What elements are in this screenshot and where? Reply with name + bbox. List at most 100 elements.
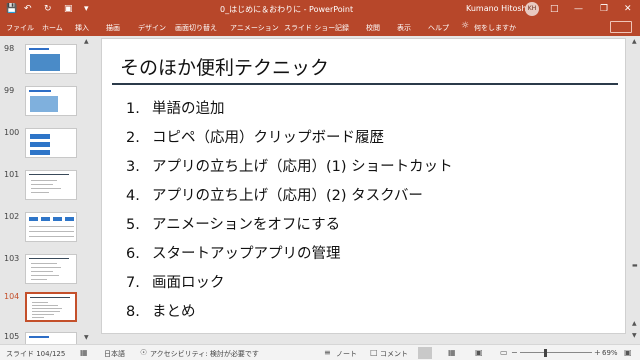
accessibility-icon[interactable]: ☉ xyxy=(140,348,147,357)
agenda-item[interactable]: 6. スタートアップアプリの管理 xyxy=(126,242,341,263)
tab-view[interactable]: 表示 xyxy=(397,23,411,33)
next-slide-icon[interactable]: ▼ xyxy=(632,332,637,339)
undo-icon[interactable]: ↶ xyxy=(24,3,32,15)
tab-transitions[interactable]: 画面切り替え xyxy=(175,23,217,33)
thumbnail-number: 98 xyxy=(4,44,15,53)
thumbnail-number: 105 xyxy=(4,332,20,341)
thumbnail-line xyxy=(29,236,74,237)
notes-button[interactable]: ノート xyxy=(336,349,357,359)
fit-to-window-icon[interactable]: ▣ xyxy=(624,348,632,357)
slide-scrollbar[interactable]: ▲ ▬ ▲ ▼ xyxy=(630,36,640,344)
tab-insert[interactable]: 挿入 xyxy=(75,23,89,33)
tab-animations[interactable]: アニメーション xyxy=(230,23,279,33)
comments-button[interactable]: コメント xyxy=(380,349,408,359)
slide-sorter-icon[interactable]: ▦ xyxy=(448,348,456,357)
agenda-number: 8. xyxy=(126,304,140,320)
thumbnail-scrollbar[interactable]: ▲ ▼ xyxy=(84,38,90,342)
prev-slide-icon[interactable]: ▲ xyxy=(632,320,637,327)
slideshow-icon[interactable]: ▭ xyxy=(500,348,508,357)
document-title: 0_はじめに＆おわりに - PowerPoint xyxy=(220,5,354,14)
spellcheck-icon[interactable]: ▦ xyxy=(80,348,88,357)
scroll-up-icon[interactable]: ▲ xyxy=(84,38,89,45)
agenda-text: コピペ（応用）クリップボード履歴 xyxy=(152,130,384,146)
scroll-thumb[interactable]: ▬ xyxy=(632,262,638,269)
slide-thumbnail-102[interactable] xyxy=(25,212,77,242)
agenda-item[interactable]: 8. まとめ xyxy=(126,300,196,321)
slide-thumbnail-105[interactable] xyxy=(25,332,77,344)
redo-icon[interactable]: ↻ xyxy=(44,3,52,15)
thumbnail-block xyxy=(41,217,50,221)
save-icon[interactable]: 💾 xyxy=(6,3,17,15)
tab-help[interactable]: ヘルプ xyxy=(428,23,449,33)
agenda-number: 6. xyxy=(126,246,140,262)
agenda-text: 単語の追加 xyxy=(152,101,225,117)
minimize-icon[interactable]: — xyxy=(574,3,583,15)
slide-thumbnail-101[interactable] xyxy=(25,170,77,200)
zoom-in-icon[interactable]: + xyxy=(594,348,601,357)
agenda-item[interactable]: 7. 画面ロック xyxy=(126,271,225,292)
agenda-item[interactable]: 4. アプリの立ち上げ（応用）(2) タスクバー xyxy=(126,184,423,205)
thumbnail-number: 101 xyxy=(4,170,20,179)
thumbnail-line xyxy=(31,279,47,280)
comment-icon[interactable]: □ xyxy=(370,348,378,357)
status-bar: スライド 104/125 ▦ 日本語 ☉ アクセシビリティ: 検討が必要です ≡… xyxy=(0,344,640,360)
scroll-up-icon[interactable]: ▲ xyxy=(632,38,637,45)
slide-thumbnail-103[interactable] xyxy=(25,254,77,284)
thumbnail-line xyxy=(32,311,60,312)
tab-file[interactable]: ファイル xyxy=(6,23,34,33)
user-name[interactable]: Kumano Hitoshi xyxy=(466,4,529,13)
slide-thumbnail-104[interactable] xyxy=(25,292,77,322)
thumbnail-block xyxy=(30,142,50,147)
normal-view-button[interactable] xyxy=(418,347,432,359)
zoom-level[interactable]: 69% xyxy=(602,349,618,357)
title-underline xyxy=(112,83,618,85)
ribbon-display-icon[interactable]: □ xyxy=(550,3,559,15)
agenda-text: 画面ロック xyxy=(152,275,225,291)
slide-thumbnail-98[interactable] xyxy=(25,44,77,74)
present-icon[interactable]: ▣ xyxy=(64,3,73,15)
customize-icon[interactable]: ▾ xyxy=(84,3,89,15)
tab-record[interactable]: 記録 xyxy=(335,23,349,33)
zoom-slider[interactable] xyxy=(520,352,592,353)
slide-title[interactable]: そのほか便利テクニック xyxy=(120,53,329,80)
thumbnail-line xyxy=(32,305,58,306)
thumbnail-line xyxy=(29,231,74,232)
agenda-text: まとめ xyxy=(152,304,196,320)
tab-draw[interactable]: 描画 xyxy=(106,23,120,33)
zoom-slider-thumb[interactable] xyxy=(543,349,547,357)
scroll-down-icon[interactable]: ▼ xyxy=(84,334,89,341)
agenda-number: 1. xyxy=(126,101,140,117)
tab-design[interactable]: デザイン xyxy=(138,23,166,33)
thumbnail-line xyxy=(29,226,74,227)
thumbnail-title-bar xyxy=(29,174,69,175)
close-icon[interactable]: ✕ xyxy=(624,3,632,15)
thumbnail-line xyxy=(32,308,62,309)
share-icon[interactable] xyxy=(610,21,632,33)
agenda-item[interactable]: 3. アプリの立ち上げ（応用）(1) ショートカット xyxy=(126,155,453,176)
agenda-item[interactable]: 1. 単語の追加 xyxy=(126,97,225,118)
tab-review[interactable]: 校閲 xyxy=(366,23,380,33)
thumbnail-block xyxy=(53,217,62,221)
agenda-item[interactable]: 2. コピペ（応用）クリップボード履歴 xyxy=(126,126,384,147)
avatar[interactable]: KH xyxy=(525,2,539,16)
slide-thumbnail-pane: 98 99 100 101 102 103 104 105 xyxy=(0,36,92,344)
slide-thumbnail-99[interactable] xyxy=(25,86,77,116)
language-indicator[interactable]: 日本語 xyxy=(104,349,125,359)
restore-icon[interactable]: ❐ xyxy=(600,3,608,15)
agenda-item[interactable]: 5. アニメーションをオフにする xyxy=(126,213,340,234)
tab-home[interactable]: ホーム xyxy=(42,23,63,33)
accessibility-status[interactable]: アクセシビリティ: 検討が必要です xyxy=(150,349,259,359)
slide-thumbnail-100[interactable] xyxy=(25,128,77,158)
zoom-out-icon[interactable]: − xyxy=(511,348,518,357)
thumbnail-line xyxy=(31,271,53,272)
notes-icon[interactable]: ≡ xyxy=(324,348,331,357)
thumbnail-picture xyxy=(30,96,58,112)
tab-slideshow[interactable]: スライド ショー xyxy=(284,23,335,33)
thumbnail-line xyxy=(32,317,44,318)
agenda-text: スタートアップアプリの管理 xyxy=(152,246,341,262)
reading-view-icon[interactable]: ▣ xyxy=(475,348,483,357)
slide-canvas[interactable]: そのほか便利テクニック 1. 単語の追加 2. コピペ（応用）クリップボード履歴 3… xyxy=(101,38,626,334)
agenda-number: 4. xyxy=(126,188,140,204)
thumbnail-line xyxy=(31,192,49,193)
tell-me-search[interactable]: 何をしますか xyxy=(474,23,516,33)
